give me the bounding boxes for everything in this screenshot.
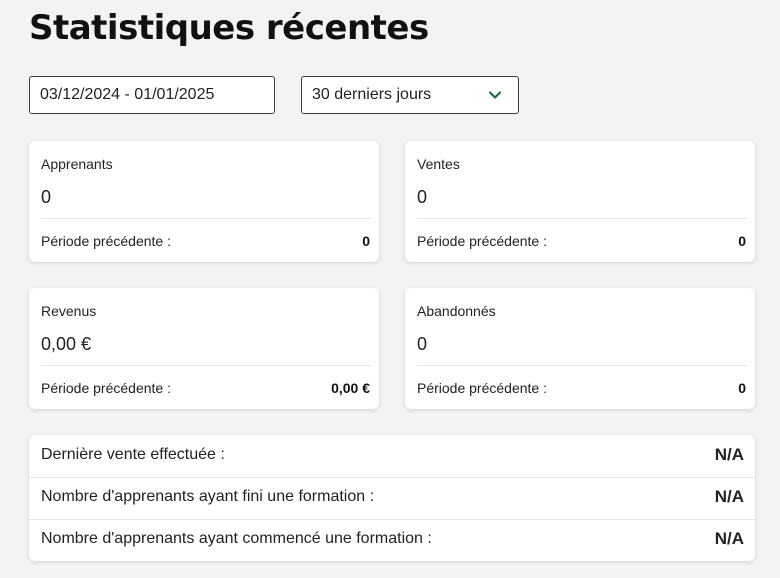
summary-row-label: Nombre d'apprenants ayant commencé une f… bbox=[41, 530, 432, 547]
stat-card-apprenants: Apprenants 0 Période précédente : 0 bbox=[29, 141, 379, 262]
summary-row-label: Dernière vente effectuée : bbox=[41, 446, 225, 463]
stat-card-label: Abandonnés bbox=[417, 303, 496, 319]
summary-row-last-sale: Dernière vente effectuée : N/A bbox=[29, 435, 755, 477]
chevron-down-icon bbox=[488, 91, 502, 99]
stat-card-value: 0 bbox=[417, 187, 428, 207]
summary-row-finished: Nombre d'apprenants ayant fini une forma… bbox=[29, 477, 755, 519]
summary-row-value: N/A bbox=[714, 445, 744, 464]
stat-card-value: 0,00 € bbox=[41, 334, 92, 354]
page-title: Statistiques récentes bbox=[29, 8, 429, 48]
previous-period-label: Période précédente : bbox=[41, 233, 171, 249]
previous-period-value: 0 bbox=[738, 380, 746, 396]
stat-card-label: Apprenants bbox=[41, 156, 113, 172]
summary-row-started: Nombre d'apprenants ayant commencé une f… bbox=[29, 519, 755, 561]
stat-card-abandonnes: Abandonnés 0 Période précédente : 0 bbox=[405, 288, 755, 409]
divider bbox=[417, 365, 747, 366]
period-select-value: 30 derniers jours bbox=[312, 86, 432, 103]
stat-card-value: 0 bbox=[417, 334, 428, 354]
date-range-input[interactable]: 03/12/2024 - 01/01/2025 bbox=[29, 76, 275, 114]
period-select[interactable]: 30 derniers jours bbox=[301, 76, 519, 114]
summary-panel: Dernière vente effectuée : N/A Nombre d'… bbox=[29, 435, 755, 561]
summary-row-label: Nombre d'apprenants ayant fini une forma… bbox=[41, 488, 375, 505]
previous-period-label: Période précédente : bbox=[41, 380, 171, 396]
divider bbox=[41, 218, 371, 219]
previous-period-value: 0 bbox=[738, 233, 746, 249]
previous-period-value: 0 bbox=[362, 233, 370, 249]
stat-card-label: Ventes bbox=[417, 156, 460, 172]
divider bbox=[41, 365, 371, 366]
previous-period-value: 0,00 € bbox=[331, 380, 370, 396]
stat-card-label: Revenus bbox=[41, 303, 97, 319]
stat-card-value: 0 bbox=[41, 187, 52, 207]
stat-card-ventes: Ventes 0 Période précédente : 0 bbox=[405, 141, 755, 262]
previous-period-label: Période précédente : bbox=[417, 380, 547, 396]
summary-row-value: N/A bbox=[714, 529, 744, 548]
summary-row-value: N/A bbox=[714, 487, 744, 506]
divider bbox=[417, 218, 747, 219]
previous-period-label: Période précédente : bbox=[417, 233, 547, 249]
stat-card-revenus: Revenus 0,00 € Période précédente : 0,00… bbox=[29, 288, 379, 409]
